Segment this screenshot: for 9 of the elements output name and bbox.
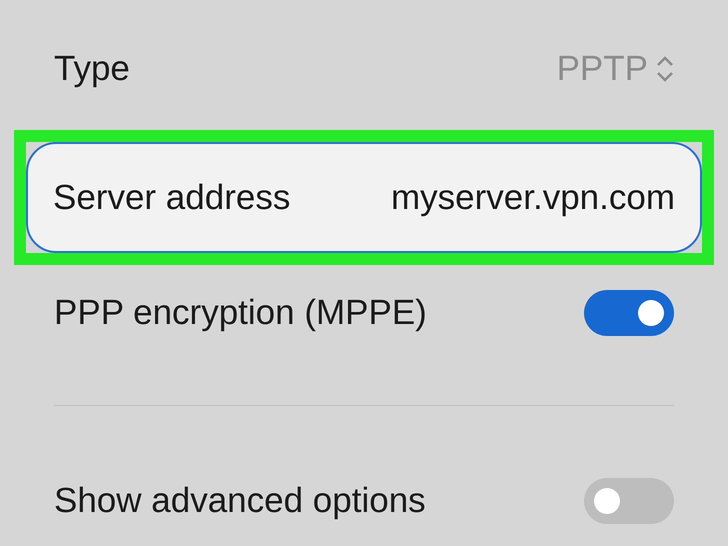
server-address-value: myserver.vpn.com (391, 178, 675, 218)
toggle-label: PPP encryption (MPPE) (54, 292, 427, 332)
toggle-switch[interactable] (584, 290, 674, 336)
type-label: Type (54, 49, 130, 89)
toggle-switch[interactable] (584, 478, 674, 524)
server-address-field[interactable]: Server address myserver.vpn.com (26, 142, 702, 253)
toggle-label: Show advanced options (54, 481, 426, 521)
server-address-label: Server address (53, 178, 290, 218)
up-down-chevron-icon (656, 55, 674, 83)
